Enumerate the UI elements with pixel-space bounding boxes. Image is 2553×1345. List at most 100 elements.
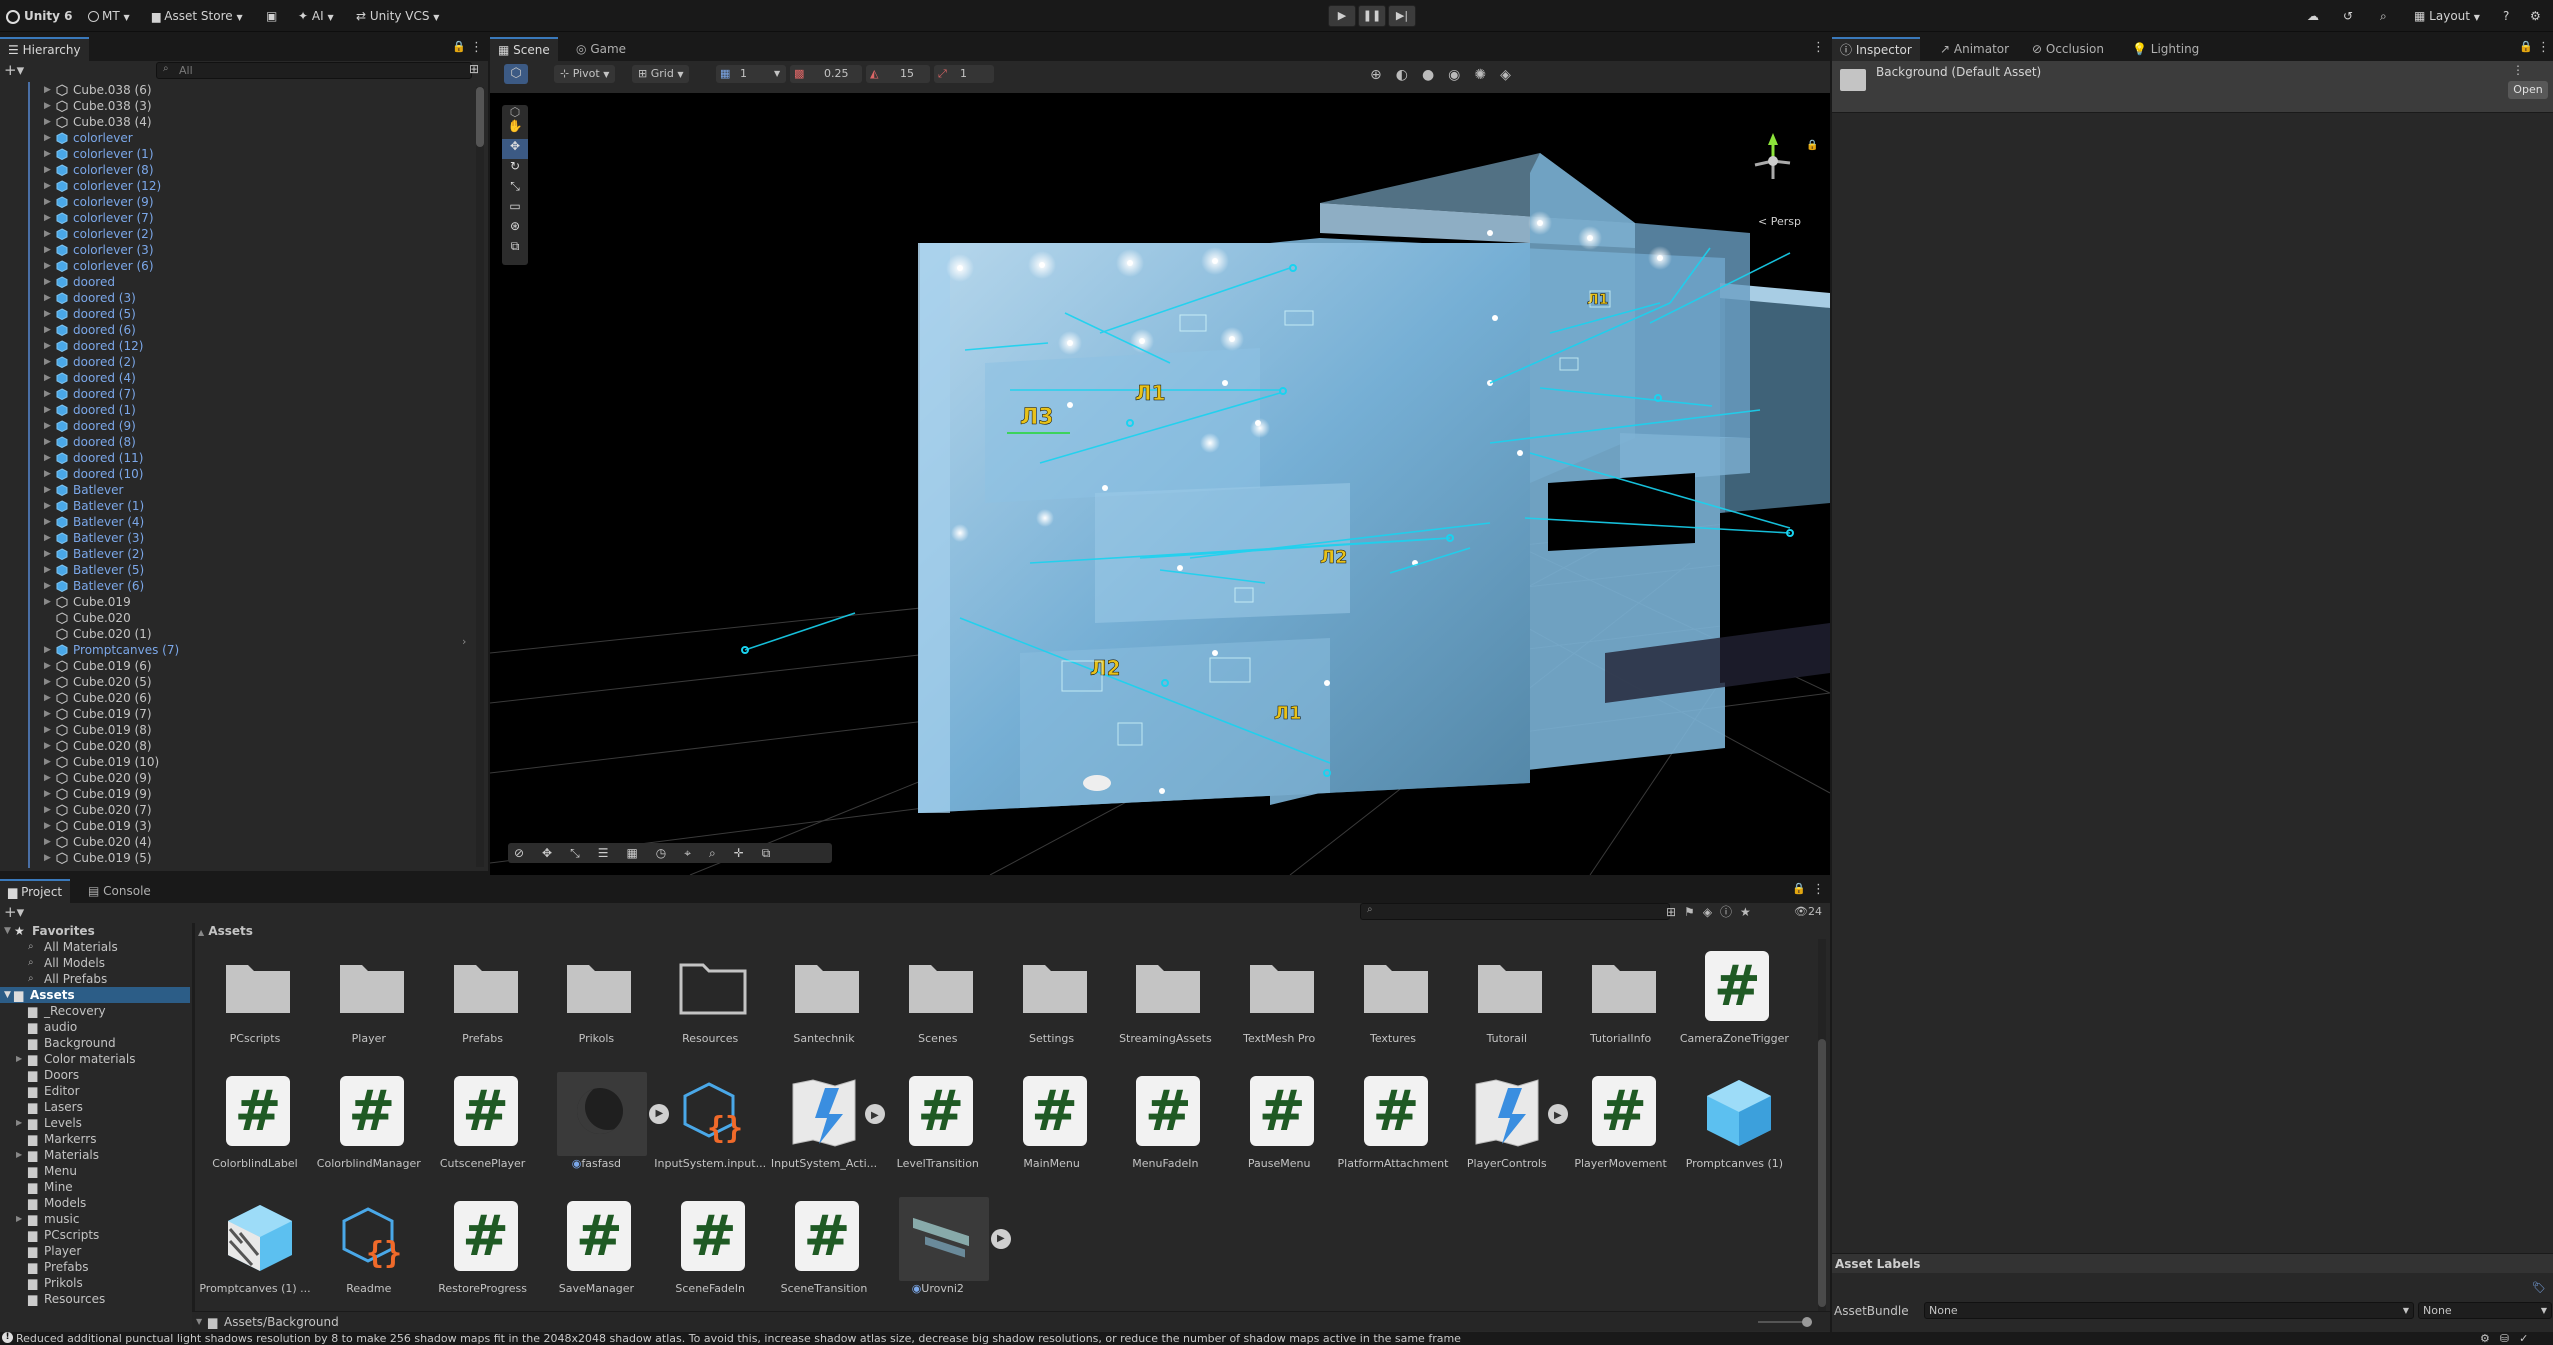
expand-arrow-icon[interactable]: ▶	[44, 658, 51, 674]
project-folder-item[interactable]: ▆ Markerrs	[0, 1131, 190, 1147]
assets-root[interactable]: ▼ ▆ Assets	[0, 987, 190, 1003]
project-folder-item[interactable]: ▆ Prikols	[0, 1275, 190, 1291]
expand-arrow-icon[interactable]: ▶	[44, 402, 51, 418]
label-icon[interactable]: 🏷	[2532, 1281, 2546, 1294]
hierarchy-item[interactable]: ▶ Cube.020 (7)	[0, 802, 470, 818]
scene-view-options[interactable]: ⊕◐●◉✺◈	[1370, 65, 1830, 85]
project-folder-item[interactable]: ▆ Editor	[0, 1083, 190, 1099]
kebab-menu-icon[interactable]: ⋮	[470, 40, 483, 55]
unity-logo-menu[interactable]: Unity 6	[6, 6, 73, 26]
hierarchy-item[interactable]: ▶ Cube.019 (6)	[0, 658, 470, 674]
tab-game[interactable]: ◎ Game	[568, 37, 634, 61]
asset-tile[interactable]: ▶ ◉fasfasd	[539, 1064, 670, 1184]
asset-tile[interactable]: ▶ PlayerControls	[1450, 1064, 1568, 1184]
add-object-button[interactable]: +▾	[4, 61, 34, 79]
visibility-count-badge[interactable]: 👁24	[1794, 905, 1822, 918]
expand-arrow-icon[interactable]: ▶	[44, 386, 51, 402]
hierarchy-item[interactable]: ▶ colorlever (9)	[0, 194, 470, 210]
expand-arrow-icon[interactable]: ▶	[44, 866, 51, 868]
expand-arrow-icon[interactable]: ▶	[44, 146, 51, 162]
project-folder-item[interactable]: ▆ Doors	[0, 1067, 190, 1083]
thumbnail-size-slider[interactable]	[1758, 1317, 1812, 1327]
expand-arrow-icon[interactable]: ▶	[44, 450, 51, 466]
expand-arrow-icon[interactable]: ▶	[44, 274, 51, 290]
expand-arrow-icon[interactable]: ▶	[44, 290, 51, 306]
hierarchy-item[interactable]: ▶ Cube.020 (6)	[0, 690, 470, 706]
expand-arrow-icon[interactable]: ▶	[44, 674, 51, 690]
hierarchy-item[interactable]: ▶ Cube.019 (4)	[0, 866, 470, 868]
asset-tile[interactable]: Prefabs	[426, 939, 540, 1059]
expand-arrow-icon[interactable]: ▶	[44, 258, 51, 274]
expand-arrow-icon[interactable]: ▶	[44, 210, 51, 226]
hierarchy-item[interactable]: ▶ Cube.020 (4)	[0, 834, 470, 850]
hierarchy-item[interactable]: ▶ colorlever (7)	[0, 210, 470, 226]
asset-tile[interactable]: # ColorblindManager	[312, 1064, 426, 1184]
expand-arrow-icon[interactable]: ▶	[44, 706, 51, 722]
expand-arrow-icon[interactable]: ▶	[44, 194, 51, 210]
hierarchy-item[interactable]: ▶ Batlever (1)	[0, 498, 470, 514]
asset-tile[interactable]: # PlatformAttachment	[1336, 1064, 1450, 1184]
tab-animator[interactable]: ↗ Animator	[1932, 37, 2017, 61]
package-button[interactable]: ▣	[266, 6, 277, 26]
hierarchy-item[interactable]: ▶ doored	[0, 274, 470, 290]
hierarchy-item[interactable]: ▶ Cube.019	[0, 594, 470, 610]
expand-arrow-icon[interactable]: ▶	[44, 178, 51, 194]
hierarchy-item[interactable]: ▶ colorlever (3)	[0, 242, 470, 258]
tab-scene[interactable]: ▦ Scene	[490, 37, 558, 61]
project-folder-item[interactable]: ▆ Models	[0, 1195, 190, 1211]
expand-arrow-icon[interactable]: ▶	[44, 562, 51, 578]
expand-arrow-icon[interactable]: ▶	[44, 498, 51, 514]
hierarchy-item[interactable]: ▶ doored (3)	[0, 290, 470, 306]
hierarchy-item[interactable]: ▶ Cube.038 (4)	[0, 114, 470, 130]
rect-tool-icon[interactable]: ▭	[502, 199, 528, 219]
hierarchy-item[interactable]: Cube.020	[0, 610, 470, 626]
hierarchy-item[interactable]: ▶ Batlever (2)	[0, 546, 470, 562]
expand-arrow-icon[interactable]: ▶	[44, 818, 51, 834]
expand-arrow-icon[interactable]: ▶	[44, 722, 51, 738]
hierarchy-item[interactable]: ▶ colorlever (6)	[0, 258, 470, 274]
asset-tile[interactable]: Resources	[653, 939, 767, 1059]
project-folder-item[interactable]: ▆ audio	[0, 1019, 190, 1035]
expand-arrow-icon[interactable]: ▶	[44, 242, 51, 258]
step-button[interactable]: ▶|	[1388, 5, 1416, 27]
asset-tile[interactable]: # SaveManager	[539, 1189, 653, 1309]
layout-dropdown[interactable]: ▦ Layout ▼	[2414, 6, 2480, 26]
kebab-menu-icon[interactable]: ⋮	[2512, 63, 2524, 77]
asset-tile[interactable]: ▶ ◉Urovni2	[881, 1189, 1011, 1309]
project-folder-item[interactable]: ▆ Resources	[0, 1291, 190, 1307]
asset-tile[interactable]: Santechnik	[767, 939, 881, 1059]
project-folder-item[interactable]: ▆ Mine	[0, 1179, 190, 1195]
expand-arrow-icon[interactable]: ▶	[44, 514, 51, 530]
create-asset-button[interactable]: +▾	[4, 903, 34, 921]
view-tool-icon[interactable]: ⬡	[502, 105, 528, 119]
hierarchy-item[interactable]: ▶ Cube.020 (9)	[0, 770, 470, 786]
asset-tile[interactable]: # MenuFadeIn	[1108, 1064, 1222, 1184]
expand-arrow-icon[interactable]: ▶	[44, 786, 51, 802]
hierarchy-item[interactable]: ▶ Batlever (5)	[0, 562, 470, 578]
expand-arrow-icon[interactable]: ▶	[44, 482, 51, 498]
tree-splitter[interactable]	[192, 923, 195, 1328]
tab-lighting[interactable]: 💡 Lighting	[2124, 37, 2207, 61]
expand-arrow-icon[interactable]: ▶	[16, 1211, 22, 1227]
search-button[interactable]: ⌕	[2380, 6, 2387, 26]
open-button[interactable]: Open	[2508, 81, 2548, 99]
expand-arrow-icon[interactable]: ▶	[44, 546, 51, 562]
hierarchy-item[interactable]: ▶ doored (8)	[0, 434, 470, 450]
asset-tile[interactable]: # CameraZoneTrigger	[1677, 939, 1791, 1059]
ai-dropdown[interactable]: ✦ AI ▼	[298, 6, 334, 26]
hierarchy-item[interactable]: ▶ Cube.019 (9)	[0, 786, 470, 802]
asset-tile[interactable]: Prikols	[539, 939, 653, 1059]
chevron-right-icon[interactable]: ›	[462, 635, 466, 648]
scene-viewport[interactable]: Л3 Л1 Л2 Л2 Л1 Л1 < Persp 🔒 ⬡ ✋ ✥ ↻ ⤡ ▭ …	[490, 93, 1830, 875]
hierarchy-item[interactable]: ▶ Cube.019 (7)	[0, 706, 470, 722]
expand-arrow-icon[interactable]: ▶	[44, 226, 51, 242]
project-folder-item[interactable]: ▆ _Recovery	[0, 1003, 190, 1019]
kebab-menu-icon[interactable]: ⋮	[1812, 40, 1825, 55]
expand-arrow-icon[interactable]: ▶	[44, 162, 51, 178]
expand-arrow-icon[interactable]: ▶	[44, 802, 51, 818]
hierarchy-item[interactable]: ▶ Batlever (4)	[0, 514, 470, 530]
project-folder-item[interactable]: ▶ ▆ Materials	[0, 1147, 190, 1163]
project-folder-item[interactable]: ▆ Menu	[0, 1163, 190, 1179]
hierarchy-item[interactable]: ▶ Cube.019 (10)	[0, 754, 470, 770]
expand-arrow-icon[interactable]: ▶	[44, 98, 51, 114]
